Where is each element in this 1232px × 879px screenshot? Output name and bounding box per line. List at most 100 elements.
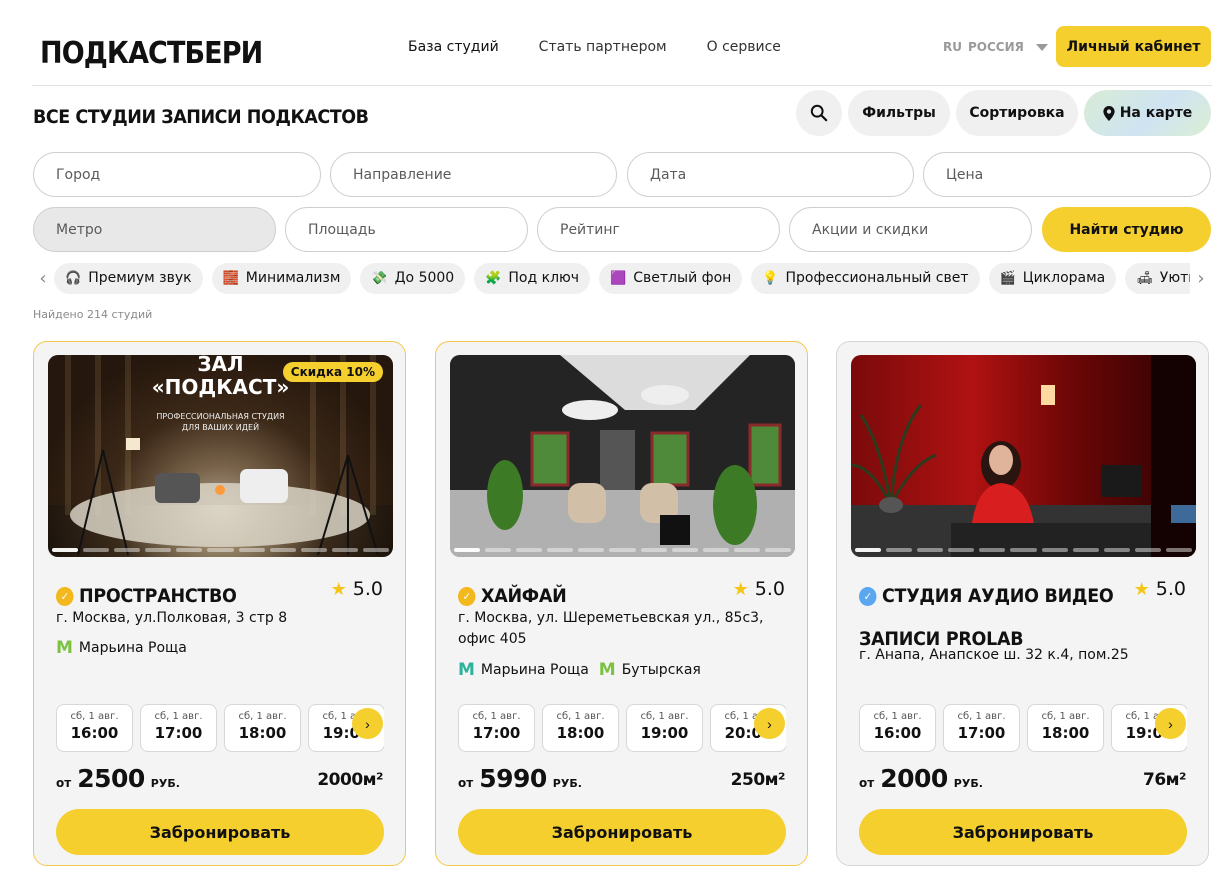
headphones-icon: 🎧 [65,270,82,286]
tag-label: Под ключ [508,270,580,286]
nav-partner[interactable]: Стать партнером [539,39,667,55]
tag-chip[interactable]: 🎧 Премиум звук [54,262,203,294]
header-divider [32,85,1212,86]
price-prefix: от [56,776,72,790]
results-count: Найдено 214 студий [33,308,153,321]
page-title: ВСЕ СТУДИИ ЗАПИСИ ПОДКАСТОВ [33,106,369,128]
tag-chip[interactable]: 🟪 Светлый фон [599,262,743,294]
clapper-icon: 🎬 [999,270,1016,286]
slot-date: сб, 1 авг. [154,711,203,722]
studio-photo[interactable] [851,355,1196,557]
slot-date: сб, 1 авг. [1041,711,1090,722]
tag-chip[interactable]: 💸 До 5000 [360,262,466,294]
region-label: РОССИЯ [967,40,1024,54]
slot-time: 17:00 [472,724,521,742]
metro-list: M Марьина Роща M Бутырская [458,660,701,680]
studio-card[interactable]: ✓ ХАЙФАЙ ★ 5.0 г. Москва, ул. Шереметьевс… [435,341,808,866]
chevron-right-icon[interactable]: › [1190,268,1212,289]
slot-date: сб, 1 авг. [640,711,689,722]
slot-time: 17:00 [957,724,1006,742]
image-subtitle-2: ДЛЯ ВАШИХ ИДЕЙ [181,423,260,432]
time-slot[interactable]: сб, 1 авг. 18:00 [542,704,619,752]
price-prefix: от [458,776,474,790]
logo[interactable]: ПОДКАСТБЕРИ [40,36,263,71]
time-slot[interactable]: сб, 1 авг. 17:00 [140,704,217,752]
bulb-icon: 💡 [762,270,779,286]
studio-card[interactable]: ЗАЛ «ПОДКАСТ» ПРОФЕССИОНАЛЬНАЯ СТУДИЯ ДЛ… [33,341,406,866]
date-field[interactable] [627,152,914,197]
studio-photo[interactable]: ЗАЛ «ПОДКАСТ» ПРОФЕССИОНАЛЬНАЯ СТУДИЯ ДЛ… [48,355,393,557]
tag-chip[interactable]: 🛋 Уютная атмосфера [1125,262,1190,294]
time-slot[interactable]: сб, 1 авг. 19:00 [626,704,703,752]
tag-label: Уютная атмосфера [1159,270,1190,286]
slots-next-button[interactable]: › [1155,708,1186,739]
slot-time: 18:00 [556,724,605,742]
region-selector[interactable]: RU РОССИЯ [943,40,1048,54]
studio-illustration [450,355,795,557]
price: от 2000 РУБ. [859,764,983,793]
slot-time: 18:00 [238,724,287,742]
time-slot[interactable]: сб, 1 авг. 18:00 [224,704,301,752]
image-subtitle-1: ПРОФЕССИОНАЛЬНАЯ СТУДИЯ [156,412,285,421]
time-slot[interactable]: сб, 1 авг. 16:00 [859,704,936,752]
tag-chip[interactable]: 💡 Профессиональный свет [751,262,980,294]
star-icon: ★ [1133,578,1150,600]
carousel-dots [454,548,792,552]
sofa-icon: 🛋 [1136,270,1153,286]
chevron-down-icon [1035,43,1048,51]
carousel-dots [52,548,390,552]
rating-value: 5.0 [352,578,383,600]
tag-chip[interactable]: 🧩 Под ключ [474,262,591,294]
image-headline: ЗАЛ «ПОДКАСТ» [151,355,290,399]
price-prefix: от [859,776,875,790]
nav-about[interactable]: О сервисе [707,39,781,55]
metro-icon: M [458,660,475,680]
studio-area: 250м² [730,770,786,790]
slot-time: 16:00 [70,724,119,742]
price-field[interactable] [923,152,1211,197]
time-slot[interactable]: сб, 1 авг. 18:00 [1027,704,1104,752]
price-currency: РУБ. [552,777,582,790]
square-icon: 🟪 [610,270,627,286]
chevron-left-icon[interactable]: ‹ [32,268,54,289]
filters-button[interactable]: Фильтры [848,90,950,136]
map-button[interactable]: На карте [1084,90,1211,136]
price-value: 5990 [479,764,547,793]
nav-studios[interactable]: База студий [408,39,499,55]
metro-field[interactable] [33,207,276,252]
slots-next-button[interactable]: › [352,708,383,739]
tag-chip[interactable]: 🧱 Минимализм [211,262,352,294]
find-studio-button[interactable]: Найти студию [1042,207,1211,252]
book-button[interactable]: Забронировать [859,809,1187,855]
time-slot[interactable]: сб, 1 авг. 17:00 [943,704,1020,752]
slot-date: сб, 1 авг. [70,711,119,722]
time-slot[interactable]: сб, 1 авг. 16:00 [56,704,133,752]
rating-field[interactable] [537,207,780,252]
tag-chip[interactable]: 🎬 Циклорама [988,262,1117,294]
direction-field[interactable] [330,152,617,197]
promo-field[interactable] [789,207,1032,252]
rating-value: 5.0 [754,578,785,600]
studio-area: 2000м² [317,770,383,790]
book-button[interactable]: Забронировать [56,809,384,855]
slot-time: 16:00 [873,724,922,742]
time-slot[interactable]: сб, 1 авг. 17:00 [458,704,535,752]
sort-button[interactable]: Сортировка [956,90,1078,136]
tag-label: Циклорама [1022,270,1106,286]
price-currency: РУБ. [953,777,983,790]
studio-card[interactable]: ✓ СТУДИЯ АУДИО ВИДЕО ЗАПИСИ PROLAB ★ 5.0 … [836,341,1209,866]
city-field[interactable] [33,152,321,197]
slot-date: сб, 1 авг. [873,711,922,722]
metro-station: Бутырская [621,662,701,678]
search-icon [810,104,828,122]
studio-photo[interactable] [450,355,795,557]
verified-gold-icon: ✓ [458,587,476,606]
cabinet-button[interactable]: Личный кабинет [1056,26,1211,67]
book-button[interactable]: Забронировать [458,809,786,855]
search-button[interactable] [796,90,842,136]
time-slots: сб, 1 авг. 16:00 сб, 1 авг. 17:00 сб, 1 ав… [56,704,384,752]
chevron-right-icon: › [767,715,772,732]
time-slots: сб, 1 авг. 17:00 сб, 1 авг. 18:00 сб, 1 ав… [458,704,786,752]
slots-next-button[interactable]: › [754,708,785,739]
area-field[interactable] [285,207,528,252]
